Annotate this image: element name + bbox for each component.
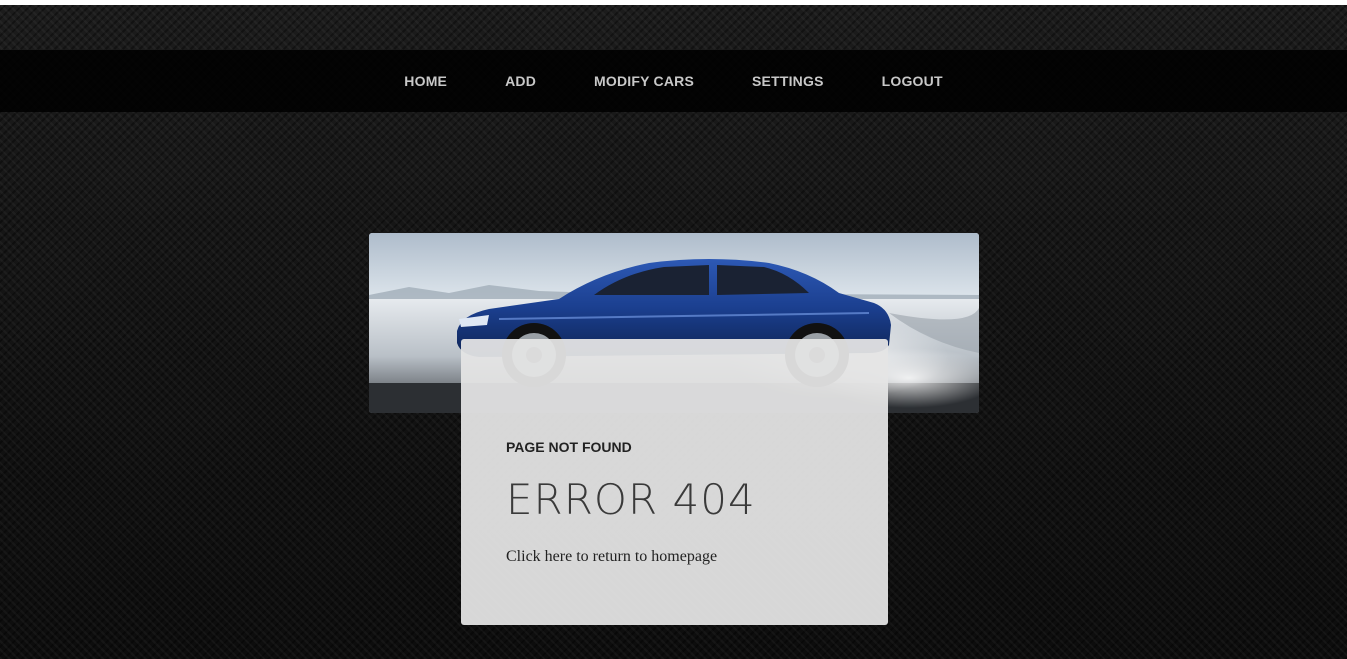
top-white-strip xyxy=(0,0,1347,5)
nav-settings[interactable]: SETTINGS xyxy=(752,73,824,89)
return-homepage-link[interactable]: Click here to return to homepage xyxy=(506,548,717,565)
nav-modify-cars[interactable]: MODIFY CARS xyxy=(594,73,694,89)
nav-add[interactable]: ADD xyxy=(505,73,536,89)
nav-home[interactable]: HOME xyxy=(404,73,447,89)
error-card: PAGE NOT FOUND ERROR 404 Click here to r… xyxy=(461,339,888,625)
nav-logout[interactable]: LOGOUT xyxy=(882,73,943,89)
error-subtitle: PAGE NOT FOUND xyxy=(506,439,632,455)
main-navbar: HOME ADD MODIFY CARS SETTINGS LOGOUT xyxy=(0,50,1347,112)
error-title: ERROR 404 xyxy=(506,475,756,524)
